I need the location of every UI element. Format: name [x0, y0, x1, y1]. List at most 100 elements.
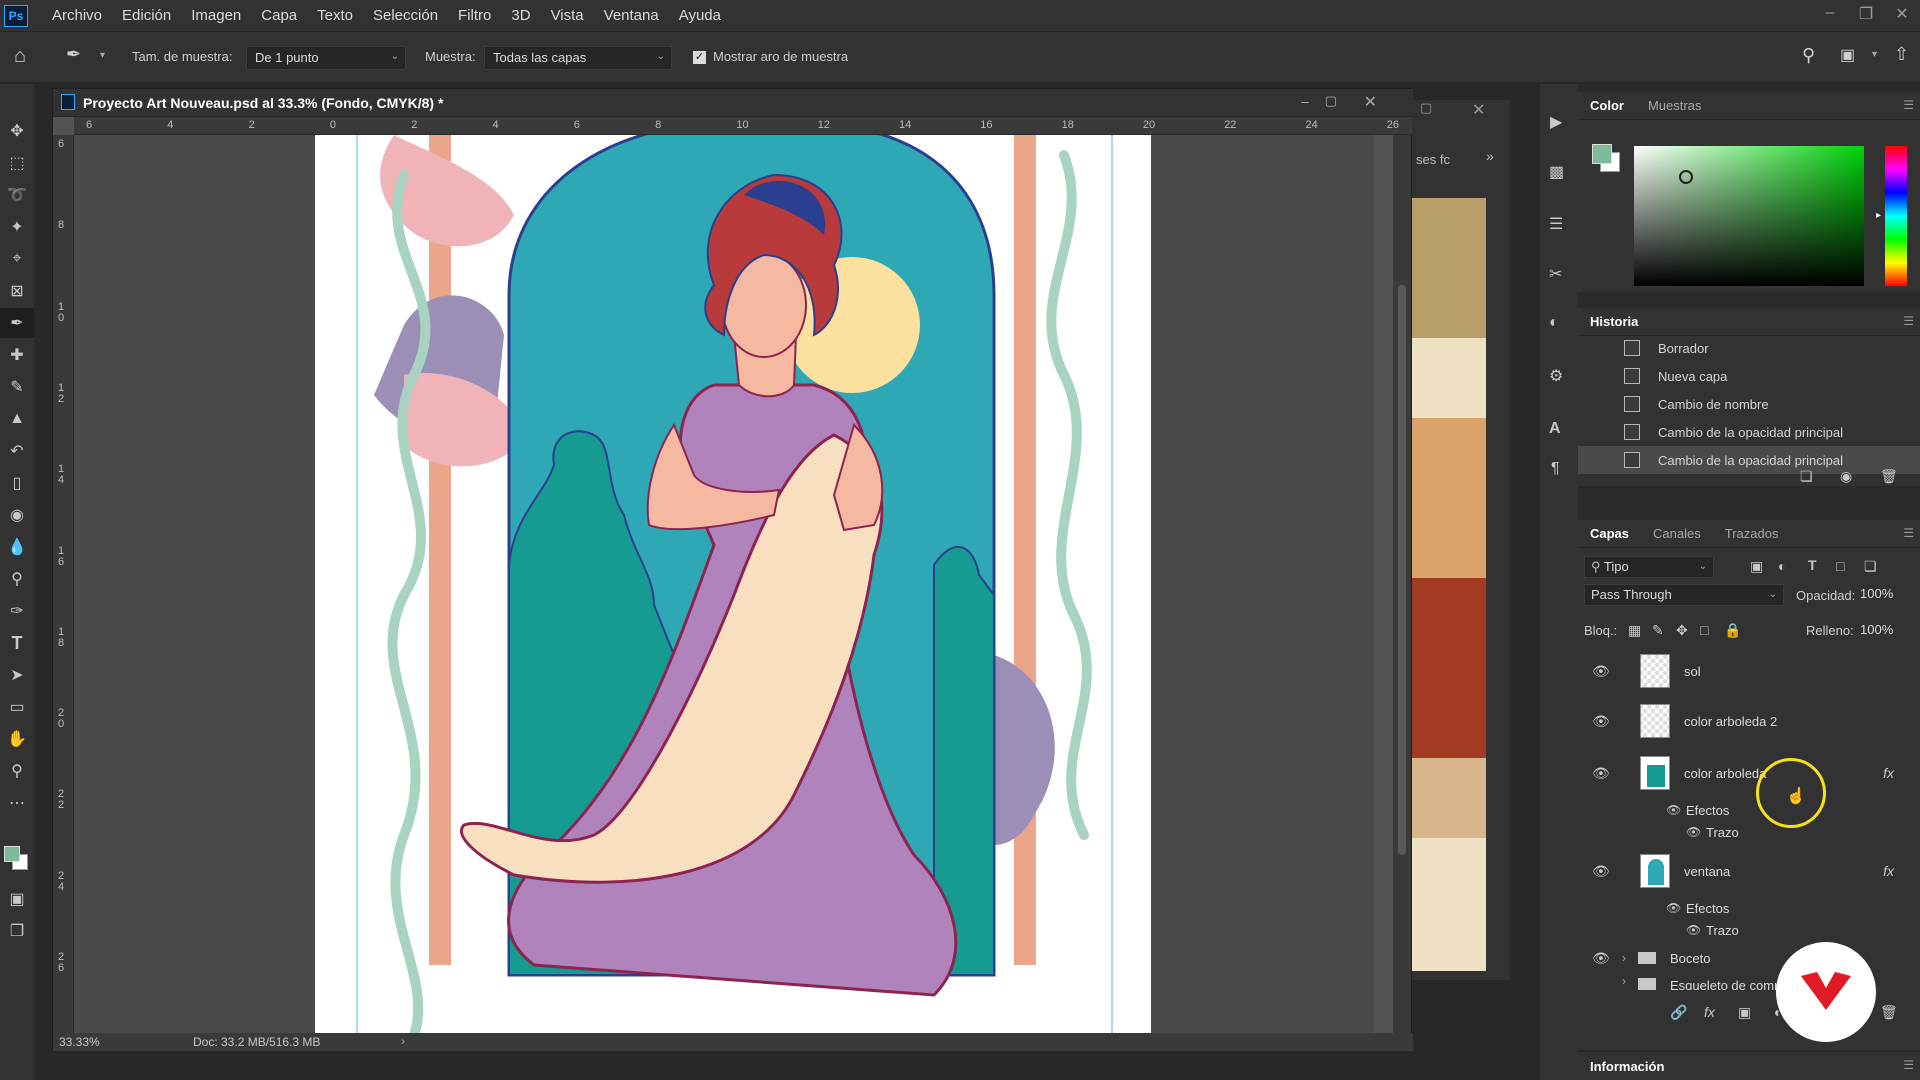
foreground-color-swatch[interactable] — [1592, 144, 1612, 164]
history-item[interactable]: Nueva capa — [1578, 362, 1920, 390]
eraser-tool-icon[interactable]: ▯ — [0, 468, 34, 498]
brush-tool-icon[interactable]: ✎ — [0, 372, 34, 402]
add-style-icon[interactable]: fx — [1704, 1004, 1715, 1020]
layer-row[interactable]: 👁 ventana fx — [1578, 846, 1920, 896]
menu-ventana[interactable]: Ventana — [594, 7, 669, 24]
move-tool-icon[interactable]: ✥ — [0, 116, 34, 146]
chevron-down-icon[interactable]: ▾ — [100, 50, 105, 61]
character-icon[interactable]: A — [1549, 420, 1561, 438]
expand-icon[interactable]: » — [1486, 148, 1494, 164]
menu-seleccion[interactable]: Selección — [363, 7, 448, 24]
adjustments-icon[interactable]: ◐ — [1549, 314, 1559, 332]
menu-filtro[interactable]: Filtro — [448, 7, 501, 24]
path-selection-tool-icon[interactable]: ➤ — [0, 660, 34, 690]
quick-mask-icon[interactable]: ▣ — [0, 884, 34, 914]
dodge-tool-icon[interactable]: ⚲ — [0, 564, 34, 594]
filter-adjustment-icon[interactable]: ◐ — [1778, 558, 1786, 574]
document-tab-label[interactable]: ses fc — [1416, 152, 1450, 167]
tab-channels[interactable]: Canales — [1641, 526, 1713, 541]
type-tool-icon[interactable]: T — [0, 628, 34, 658]
healing-brush-tool-icon[interactable]: ✚ — [0, 340, 34, 370]
menu-ayuda[interactable]: Ayuda — [669, 7, 731, 24]
sample-dropdown[interactable]: Todas las capas ⌄ — [484, 46, 672, 70]
panel-menu-icon[interactable]: ☰ — [1903, 98, 1914, 112]
opacity-value[interactable]: 100% — [1860, 586, 1893, 601]
chevron-right-icon[interactable]: › — [1622, 951, 1626, 965]
visibility-eye-icon[interactable]: 👁 — [1592, 663, 1610, 680]
hand-tool-icon[interactable]: ✋ — [0, 724, 34, 754]
panel-menu-icon[interactable]: ☰ — [1903, 314, 1914, 328]
layer-row[interactable]: 👁 color arboleda fx — [1578, 748, 1920, 798]
minimize-icon[interactable]: – — [1301, 93, 1309, 109]
stamp-tool-icon[interactable]: ▲ — [0, 404, 34, 434]
share-icon[interactable]: ⇧ — [1894, 44, 1909, 65]
layer-effects-row[interactable]: 👁 Efectos — [1578, 896, 1920, 920]
hue-slider[interactable] — [1885, 146, 1907, 286]
layer-effect-row[interactable]: 👁 Trazo — [1578, 820, 1920, 844]
paragraph-icon[interactable]: ¶ — [1551, 460, 1560, 478]
panel-menu-icon[interactable]: ☰ — [1903, 526, 1914, 540]
tab-layers[interactable]: Capas — [1578, 526, 1641, 541]
visibility-eye-icon[interactable]: 👁 — [1592, 765, 1610, 782]
filter-type-icon[interactable]: T — [1808, 557, 1817, 573]
magic-wand-tool-icon[interactable]: ✦ — [0, 212, 34, 242]
color-picker-cursor[interactable] — [1679, 170, 1693, 184]
play-icon[interactable]: ▶ — [1550, 112, 1562, 132]
tab-history[interactable]: Historia — [1578, 314, 1650, 329]
tool-presets-icon[interactable]: ✂ — [1549, 264, 1562, 284]
marquee-tool-icon[interactable]: ⬚ — [0, 148, 34, 178]
layer-effect-row[interactable]: 👁 Trazo — [1578, 918, 1920, 942]
filter-pixel-icon[interactable]: ▣ — [1750, 558, 1763, 575]
blend-mode-dropdown[interactable]: Pass Through ⌄ — [1584, 584, 1784, 606]
properties-icon[interactable]: ⚙ — [1549, 366, 1563, 386]
show-ring-checkbox[interactable]: ✓ — [693, 51, 706, 64]
menu-archivo[interactable]: Archivo — [42, 7, 112, 24]
visibility-eye-icon[interactable]: 👁 — [1592, 713, 1610, 730]
tab-color[interactable]: Color — [1578, 98, 1636, 113]
frame-tool-icon[interactable]: ⊠ — [0, 276, 34, 306]
chevron-right-icon[interactable]: › — [401, 1034, 405, 1048]
layer-row[interactable]: 👁 sol — [1578, 646, 1920, 696]
layer-effects-icon[interactable]: fx — [1883, 863, 1894, 879]
link-layers-icon[interactable]: 🔗 — [1670, 1004, 1687, 1021]
close-icon[interactable]: ✕ — [1364, 92, 1377, 112]
minimize-icon[interactable]: – — [1812, 4, 1848, 24]
restore-icon[interactable]: ❐ — [1848, 4, 1884, 24]
zoom-tool-icon[interactable]: ⚲ — [0, 756, 34, 786]
visibility-eye-icon[interactable]: 👁 — [1686, 923, 1701, 937]
visibility-eye-icon[interactable]: 👁 — [1666, 901, 1681, 915]
crop-tool-icon[interactable]: ⌖ — [0, 244, 34, 274]
lock-transparent-pixels-icon[interactable]: ▦ — [1628, 622, 1641, 639]
history-item[interactable]: Cambio de la opacidad principal — [1578, 418, 1920, 446]
close-icon[interactable]: ✕ — [1884, 4, 1920, 24]
menu-capa[interactable]: Capa — [251, 7, 307, 24]
lasso-tool-icon[interactable]: ➰ — [0, 180, 34, 210]
fill-value[interactable]: 100% — [1860, 622, 1893, 637]
visibility-eye-icon[interactable]: 👁 — [1592, 950, 1610, 967]
history-item[interactable]: Cambio de nombre — [1578, 390, 1920, 418]
paint-bucket-tool-icon[interactable]: ◉ — [0, 500, 34, 530]
new-document-from-state-icon[interactable]: ❏ — [1800, 468, 1813, 485]
sample-size-dropdown[interactable]: De 1 punto ⌄ — [246, 46, 406, 70]
visibility-eye-icon[interactable]: 👁 — [1592, 863, 1610, 880]
panel-menu-icon[interactable]: ☰ — [1903, 1058, 1914, 1072]
home-icon[interactable]: ⌂ — [14, 45, 26, 68]
tab-info[interactable]: Información — [1578, 1059, 1676, 1074]
brush-settings-icon[interactable]: ☰ — [1549, 214, 1563, 234]
menu-vista[interactable]: Vista — [541, 7, 594, 24]
history-item-selected[interactable]: Cambio de la opacidad principal — [1578, 446, 1920, 474]
maximize-icon[interactable]: ▢ — [1325, 93, 1337, 109]
pen-tool-icon[interactable]: ✑ — [0, 596, 34, 626]
trash-icon[interactable]: 🗑 — [1880, 468, 1898, 485]
minimize-icon[interactable]: ▢ — [1420, 100, 1432, 116]
lock-all-icon[interactable]: 🔒 — [1724, 622, 1741, 639]
lock-image-pixels-icon[interactable]: ✎ — [1652, 622, 1664, 639]
screen-mode-icon[interactable]: ❐ — [0, 916, 34, 946]
layer-filter-dropdown[interactable]: ⚲ Tipo ⌄ — [1584, 556, 1714, 578]
tab-swatches[interactable]: Muestras — [1636, 98, 1713, 113]
menu-3d[interactable]: 3D — [501, 7, 540, 24]
rectangle-tool-icon[interactable]: ▭ — [0, 692, 34, 722]
libraries-icon[interactable]: ▩ — [1549, 162, 1564, 182]
close-icon[interactable]: ✕ — [1472, 100, 1485, 120]
eyedropper-preset-icon[interactable]: ✒ — [66, 44, 81, 65]
